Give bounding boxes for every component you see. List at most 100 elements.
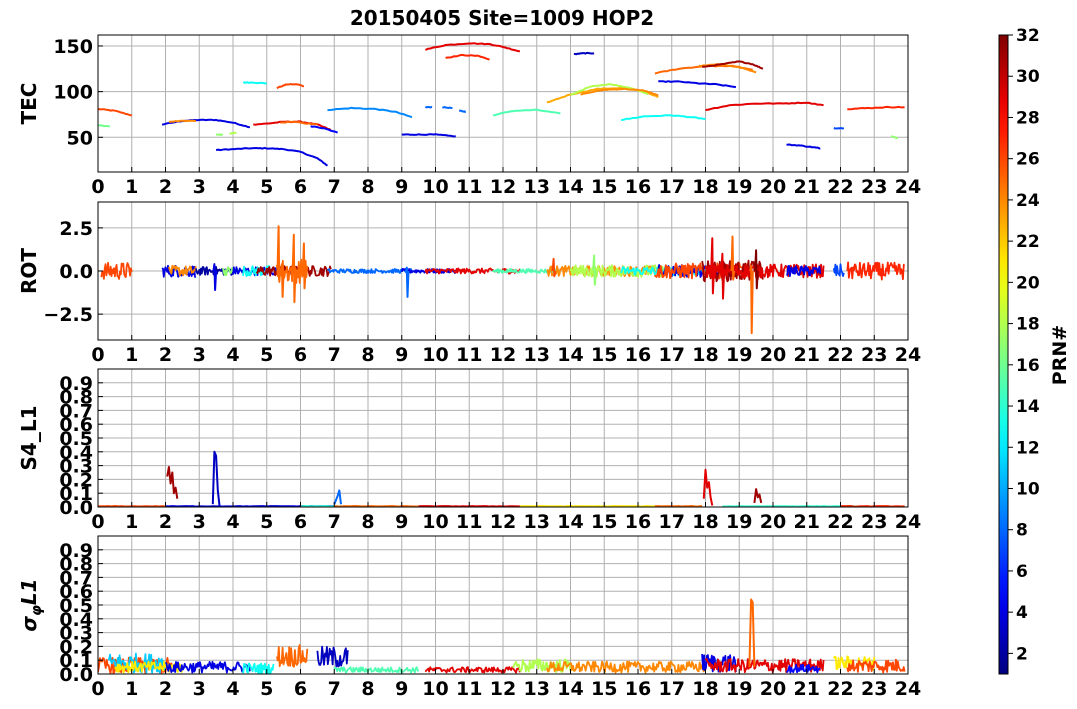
- x-tick-label: 8: [361, 511, 374, 533]
- x-tick-label: 6: [294, 678, 307, 700]
- x-tick-label: 19: [726, 176, 752, 198]
- sigma-series-prn26: [846, 658, 906, 674]
- x-tick-label: 18: [692, 344, 718, 366]
- y-tick-label: 0.9: [59, 373, 93, 395]
- x-tick-label: 4: [226, 176, 239, 198]
- x-tick-label: 15: [591, 344, 617, 366]
- colorbar-tick-label: 4: [1016, 603, 1028, 623]
- tec-series-prn8: [424, 105, 433, 109]
- x-tick-label: 22: [827, 511, 853, 533]
- x-tick-label: 8: [361, 678, 374, 700]
- x-tick-label: 5: [260, 176, 273, 198]
- colorbar-tick-label: 12: [1016, 438, 1040, 458]
- y-tick-label: 50: [67, 127, 93, 149]
- tec-series-prn16: [98, 124, 110, 128]
- x-tick-label: 15: [591, 511, 617, 533]
- rot-series-prn7: [832, 263, 845, 277]
- x-tick-label: 18: [692, 176, 718, 198]
- x-tick-label: 4: [226, 511, 239, 533]
- x-tick-label: 6: [294, 344, 307, 366]
- tec-series-prn4: [401, 133, 456, 138]
- y-axis-label-part: φ: [29, 605, 45, 616]
- y-axis-label: ROT: [17, 248, 41, 294]
- colorbar-tick-label: 20: [1016, 273, 1040, 293]
- colorbar-tick-label: 2: [1016, 644, 1028, 664]
- x-tick-label: 12: [490, 678, 516, 700]
- sigma-peak-prn25: [748, 598, 756, 668]
- colorbar-tick-label: 24: [1016, 191, 1040, 211]
- colorbar: 2468101214161820222426283032PRN#: [998, 26, 1071, 675]
- rot-spike-prn29: [720, 252, 726, 300]
- colorbar-tick-label: 32: [1016, 26, 1040, 46]
- x-tick-label: 12: [490, 511, 516, 533]
- x-tick-label: 23: [861, 511, 887, 533]
- x-tick-label: 19: [726, 678, 752, 700]
- x-tick-label: 0: [91, 511, 104, 533]
- x-tick-label: 13: [524, 344, 550, 366]
- x-tick-label: 0: [91, 678, 104, 700]
- x-tick-label: 18: [692, 678, 718, 700]
- x-tick-label: 5: [260, 511, 273, 533]
- x-tick-label: 5: [260, 678, 273, 700]
- x-tick-label: 2: [159, 344, 172, 366]
- x-tick-label: 7: [328, 511, 341, 533]
- x-tick-label: 12: [490, 176, 516, 198]
- x-tick-label: 20: [760, 176, 786, 198]
- x-tick-label: 0: [91, 176, 104, 198]
- x-tick-label: 3: [193, 344, 206, 366]
- colorbar-tick-label: 16: [1016, 356, 1040, 376]
- x-tick-label: 17: [659, 511, 685, 533]
- sigma-series-prn25: [276, 644, 309, 668]
- x-tick-label: 13: [524, 511, 550, 533]
- x-tick-label: 20: [760, 678, 786, 700]
- tec-series-prn27: [445, 53, 490, 61]
- x-tick-label: 2: [159, 678, 172, 700]
- x-tick-label: 11: [456, 678, 482, 700]
- y-axis-label-part: L1: [17, 578, 41, 605]
- x-tick-label: 23: [861, 176, 887, 198]
- chart-title: 20150405 Site=1009 HOP2: [350, 6, 654, 30]
- tec-series-prn9: [327, 106, 413, 119]
- x-tick-label: 17: [659, 344, 685, 366]
- y-tick-label: 150: [53, 36, 93, 58]
- y-axis-label: S4_L1: [17, 406, 41, 471]
- x-tick-label: 21: [794, 176, 820, 198]
- x-tick-label: 8: [361, 176, 374, 198]
- rot-spike-prn32: [754, 249, 759, 290]
- colorbar-tick-label: 28: [1016, 108, 1040, 128]
- x-tick-label: 14: [557, 511, 583, 533]
- colorbar-tick-label: 8: [1016, 521, 1028, 541]
- tec-series-prn18: [229, 131, 237, 135]
- rot-spike-prn25: [301, 242, 307, 290]
- panel-3: 0 1 2 3 4 5 6 7 8 9 10 11 12 13 14 15 16 17 18 19 20 21 22 23 24…: [17, 368, 921, 533]
- x-tick-label: 9: [395, 344, 408, 366]
- x-tick-label: 9: [395, 176, 408, 198]
- rot-spike-prn25: [291, 233, 297, 304]
- y-tick-label: 2.5: [59, 218, 93, 240]
- x-tick-label: 5: [260, 344, 273, 366]
- x-tick-label: 10: [422, 176, 448, 198]
- x-tick-label: 22: [827, 176, 853, 198]
- y-axis-label: TEC: [17, 83, 41, 125]
- rot-spike-prn17: [592, 254, 597, 286]
- x-tick-label: 4: [226, 678, 239, 700]
- x-tick-label: 6: [294, 176, 307, 198]
- panel-2: 0 1 2 3 4 5 6 7 8 9 10 11 12 13 14 15 16 17 18 19 20 21 22 23 24…: [17, 201, 921, 366]
- rot-spike-prn8: [404, 266, 410, 298]
- tec-series-prn8: [458, 109, 467, 113]
- plot-area: [98, 42, 905, 167]
- x-tick-label: 16: [625, 344, 651, 366]
- x-tick-label: 1: [125, 511, 138, 533]
- x-tick-label: 4: [226, 344, 239, 366]
- colorbar-tick-label: 26: [1016, 150, 1040, 170]
- tec-series-prn29: [705, 101, 824, 111]
- tec-series-prn24: [168, 119, 196, 123]
- x-tick-label: 24: [895, 678, 921, 700]
- x-tick-label: 14: [557, 176, 583, 198]
- x-tick-label: 11: [456, 176, 482, 198]
- tec-series-prn13: [620, 114, 706, 122]
- y-tick-label: −2.5: [43, 304, 93, 326]
- x-tick-label: 8: [361, 344, 374, 366]
- rot-series-prn27: [846, 261, 906, 281]
- colorbar-tick-label: 30: [1016, 67, 1040, 87]
